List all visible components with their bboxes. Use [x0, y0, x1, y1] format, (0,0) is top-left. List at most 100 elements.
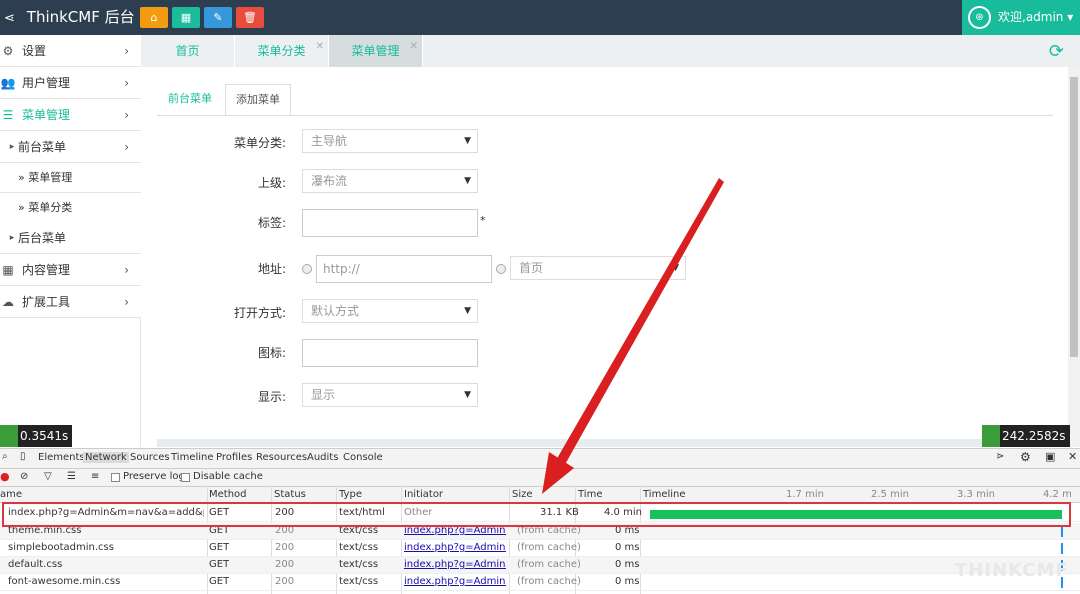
sidebar-item-label: 后台菜单 [18, 231, 67, 245]
disable-cache-checkbox[interactable] [181, 473, 190, 482]
devtools-tab-elements[interactable]: Elements [38, 452, 85, 463]
edit-button[interactable]: ✎ [204, 7, 232, 28]
dropdown-arrow-icon: ▼ [672, 263, 679, 273]
devtools-tab-console[interactable]: Console [343, 452, 383, 463]
sidebar-item-label: 扩展工具 [22, 295, 71, 309]
row-method: GET [209, 576, 230, 587]
sidebar-item-back-menu[interactable]: ▸ 后台菜单 [0, 222, 141, 254]
category-select[interactable]: 主导航 ▼ [302, 129, 478, 153]
sidebar: ⚙ 设置 › 👥 用户管理 › ☰ 菜单管理 › ▸ 前台菜单 › » 菜单管理… [0, 35, 141, 447]
clear-icon[interactable]: ⊘ [20, 471, 28, 482]
filter-icon[interactable]: ▽ [44, 471, 52, 482]
col-method[interactable]: Method [209, 489, 247, 500]
sidebar-item-label: 设置 [22, 44, 47, 58]
waterfall-icon[interactable]: ≡ [91, 471, 99, 482]
col-size[interactable]: Size [512, 489, 533, 500]
devtools-tab-network[interactable]: Network [83, 452, 129, 463]
display-label: 显示: [257, 390, 286, 404]
timeline-tick: 3.3 min [957, 489, 995, 500]
preserve-log-checkbox[interactable] [111, 473, 120, 482]
timer-value: 0.3541s [20, 429, 69, 443]
timer-badge-right: 242.2582s [982, 425, 1070, 447]
caret-right-icon: ▸ [9, 233, 15, 243]
close-icon[interactable]: ✕ [410, 31, 418, 63]
timer-value: 242.2582s [1002, 429, 1066, 443]
col-time[interactable]: Time [578, 489, 602, 500]
brand[interactable]: ⋖ ThinkCMF 后台 [4, 0, 135, 35]
tab-menu-manage[interactable]: 菜单管理 ✕ [329, 35, 423, 67]
address-url-radio[interactable] [302, 264, 312, 274]
tag-input[interactable] [302, 209, 478, 237]
table-row[interactable]: default.css GET 200 text/css index.php?g… [0, 557, 1080, 574]
table-row[interactable]: font-awesome.min.css GET 200 text/css in… [0, 574, 1080, 591]
tab-home[interactable]: 首页 [141, 35, 235, 67]
sidebar-subitem-menu-category[interactable]: » 菜单分类 [0, 193, 141, 223]
console-drawer-icon[interactable]: ⋗ [996, 451, 1004, 462]
address-input[interactable]: http:// [316, 255, 492, 283]
col-type[interactable]: Type [339, 489, 362, 500]
col-initiator[interactable]: Initiator [404, 489, 443, 500]
brand-title: ThinkCMF 后台 [26, 8, 135, 26]
device-icon[interactable]: ▯ [20, 451, 26, 462]
sidebar-item-label: » 菜单分类 [18, 201, 73, 214]
list-view-icon[interactable]: ☰ [67, 471, 76, 482]
sidebar-item-content[interactable]: ▦ 内容管理 › [0, 254, 141, 286]
col-name[interactable]: ame [0, 489, 22, 500]
delete-button[interactable]: 🗑 [236, 7, 264, 28]
row-size: (from cache) [517, 542, 581, 553]
devtools-tab-timeline[interactable]: Timeline [171, 452, 214, 463]
row-initiator-link[interactable]: index.php?g=Admin&... [404, 542, 506, 553]
sidebar-subitem-menu-manage[interactable]: » 菜单管理 [0, 163, 141, 193]
sidebar-item-users[interactable]: 👥 用户管理 › [0, 67, 141, 99]
tab-menu-category[interactable]: 菜单分类 ✕ [235, 35, 329, 67]
row-size: (from cache) [517, 576, 581, 587]
timeline-tick: 4.2 m [1043, 489, 1072, 500]
sidebar-item-front-menu[interactable]: ▸ 前台菜单 › [0, 131, 141, 163]
icon-input[interactable] [302, 339, 478, 367]
inspect-icon[interactable]: ⌕ [2, 451, 8, 462]
sidebar-item-label: 前台菜单 [18, 140, 67, 154]
dropdown-arrow-icon: ▼ [464, 176, 471, 186]
page-scrollbar[interactable] [1068, 67, 1080, 447]
timeline-tick: 2.5 min [871, 489, 909, 500]
address-page-radio[interactable] [496, 264, 506, 274]
list-icon: ☰ [2, 108, 14, 122]
col-timeline[interactable]: Timeline [643, 489, 686, 500]
devtools-tab-profiles[interactable]: Profiles [216, 452, 252, 463]
row-initiator-link[interactable]: index.php?g=Admin&... [404, 559, 506, 570]
open-mode-select[interactable]: 默认方式 ▼ [302, 299, 478, 323]
record-icon[interactable]: ● [0, 470, 10, 483]
home-button[interactable]: ⌂ [140, 7, 168, 28]
address-select[interactable]: 首页 ▼ [510, 256, 686, 280]
row-initiator-link[interactable]: index.php?g=Admin&... [404, 576, 506, 587]
disable-cache-label: Disable cache [193, 471, 263, 482]
display-select[interactable]: 显示 ▼ [302, 383, 478, 407]
devtools-tab-audits[interactable]: Audits [307, 452, 338, 463]
refresh-icon[interactable]: ⟳ [1049, 41, 1064, 62]
open-mode-label: 打开方式: [233, 306, 286, 320]
row-method: GET [209, 542, 230, 553]
col-status[interactable]: Status [274, 489, 306, 500]
tab-add-menu[interactable]: 添加菜单 [225, 84, 291, 116]
user-menu[interactable]: ⊛ 欢迎,admin ▾ [962, 0, 1080, 35]
th-icon: ▦ [2, 263, 14, 277]
scrollbar-thumb[interactable] [1070, 77, 1078, 357]
devtools-tabs: ⌕ ▯ Elements Network Sources Timeline Pr… [0, 449, 1080, 469]
close-icon[interactable]: ✕ [1068, 450, 1077, 463]
grid-button[interactable]: ▦ [172, 7, 200, 28]
sidebar-item-extensions[interactable]: ☁ 扩展工具 › [0, 286, 141, 318]
sidebar-item-settings[interactable]: ⚙ 设置 › [0, 35, 141, 67]
sidebar-item-menu[interactable]: ☰ 菜单管理 › [0, 99, 141, 131]
row-type: text/css [339, 576, 379, 587]
dock-icon[interactable]: ▣ [1045, 450, 1055, 463]
devtools-tab-sources[interactable]: Sources [130, 452, 170, 463]
close-icon[interactable]: ✕ [316, 31, 324, 63]
table-row[interactable]: simplebootadmin.css GET 200 text/css ind… [0, 540, 1080, 557]
sidebar-item-label: 内容管理 [22, 263, 71, 277]
parent-select[interactable]: 瀑布流 ▼ [302, 169, 478, 193]
tab-front-menu[interactable]: 前台菜单 [158, 84, 222, 116]
timeline-tick: 1.7 min [786, 489, 824, 500]
gear-icon[interactable]: ⚙ [1020, 450, 1031, 464]
chevron-right-icon: › [124, 44, 129, 58]
devtools-tab-resources[interactable]: Resources [256, 452, 307, 463]
